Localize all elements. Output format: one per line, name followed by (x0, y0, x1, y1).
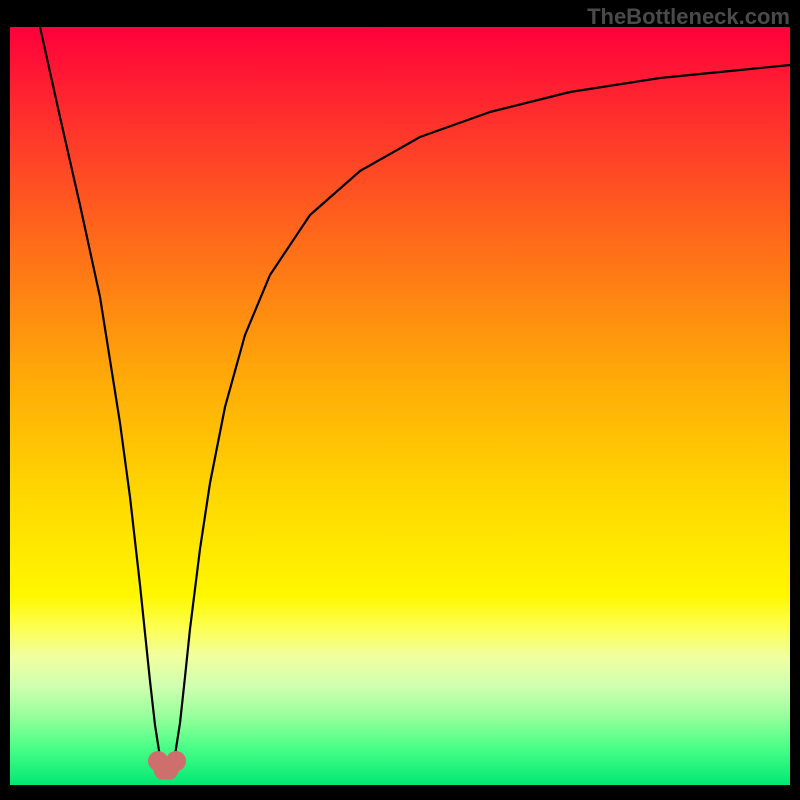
marker-right (166, 751, 186, 771)
bottleneck-chart (0, 0, 800, 800)
marker-left (148, 751, 168, 771)
gradient-background (10, 27, 790, 785)
watermark-text: TheBottleneck.com (587, 4, 790, 30)
chart-frame: TheBottleneck.com (0, 0, 800, 800)
